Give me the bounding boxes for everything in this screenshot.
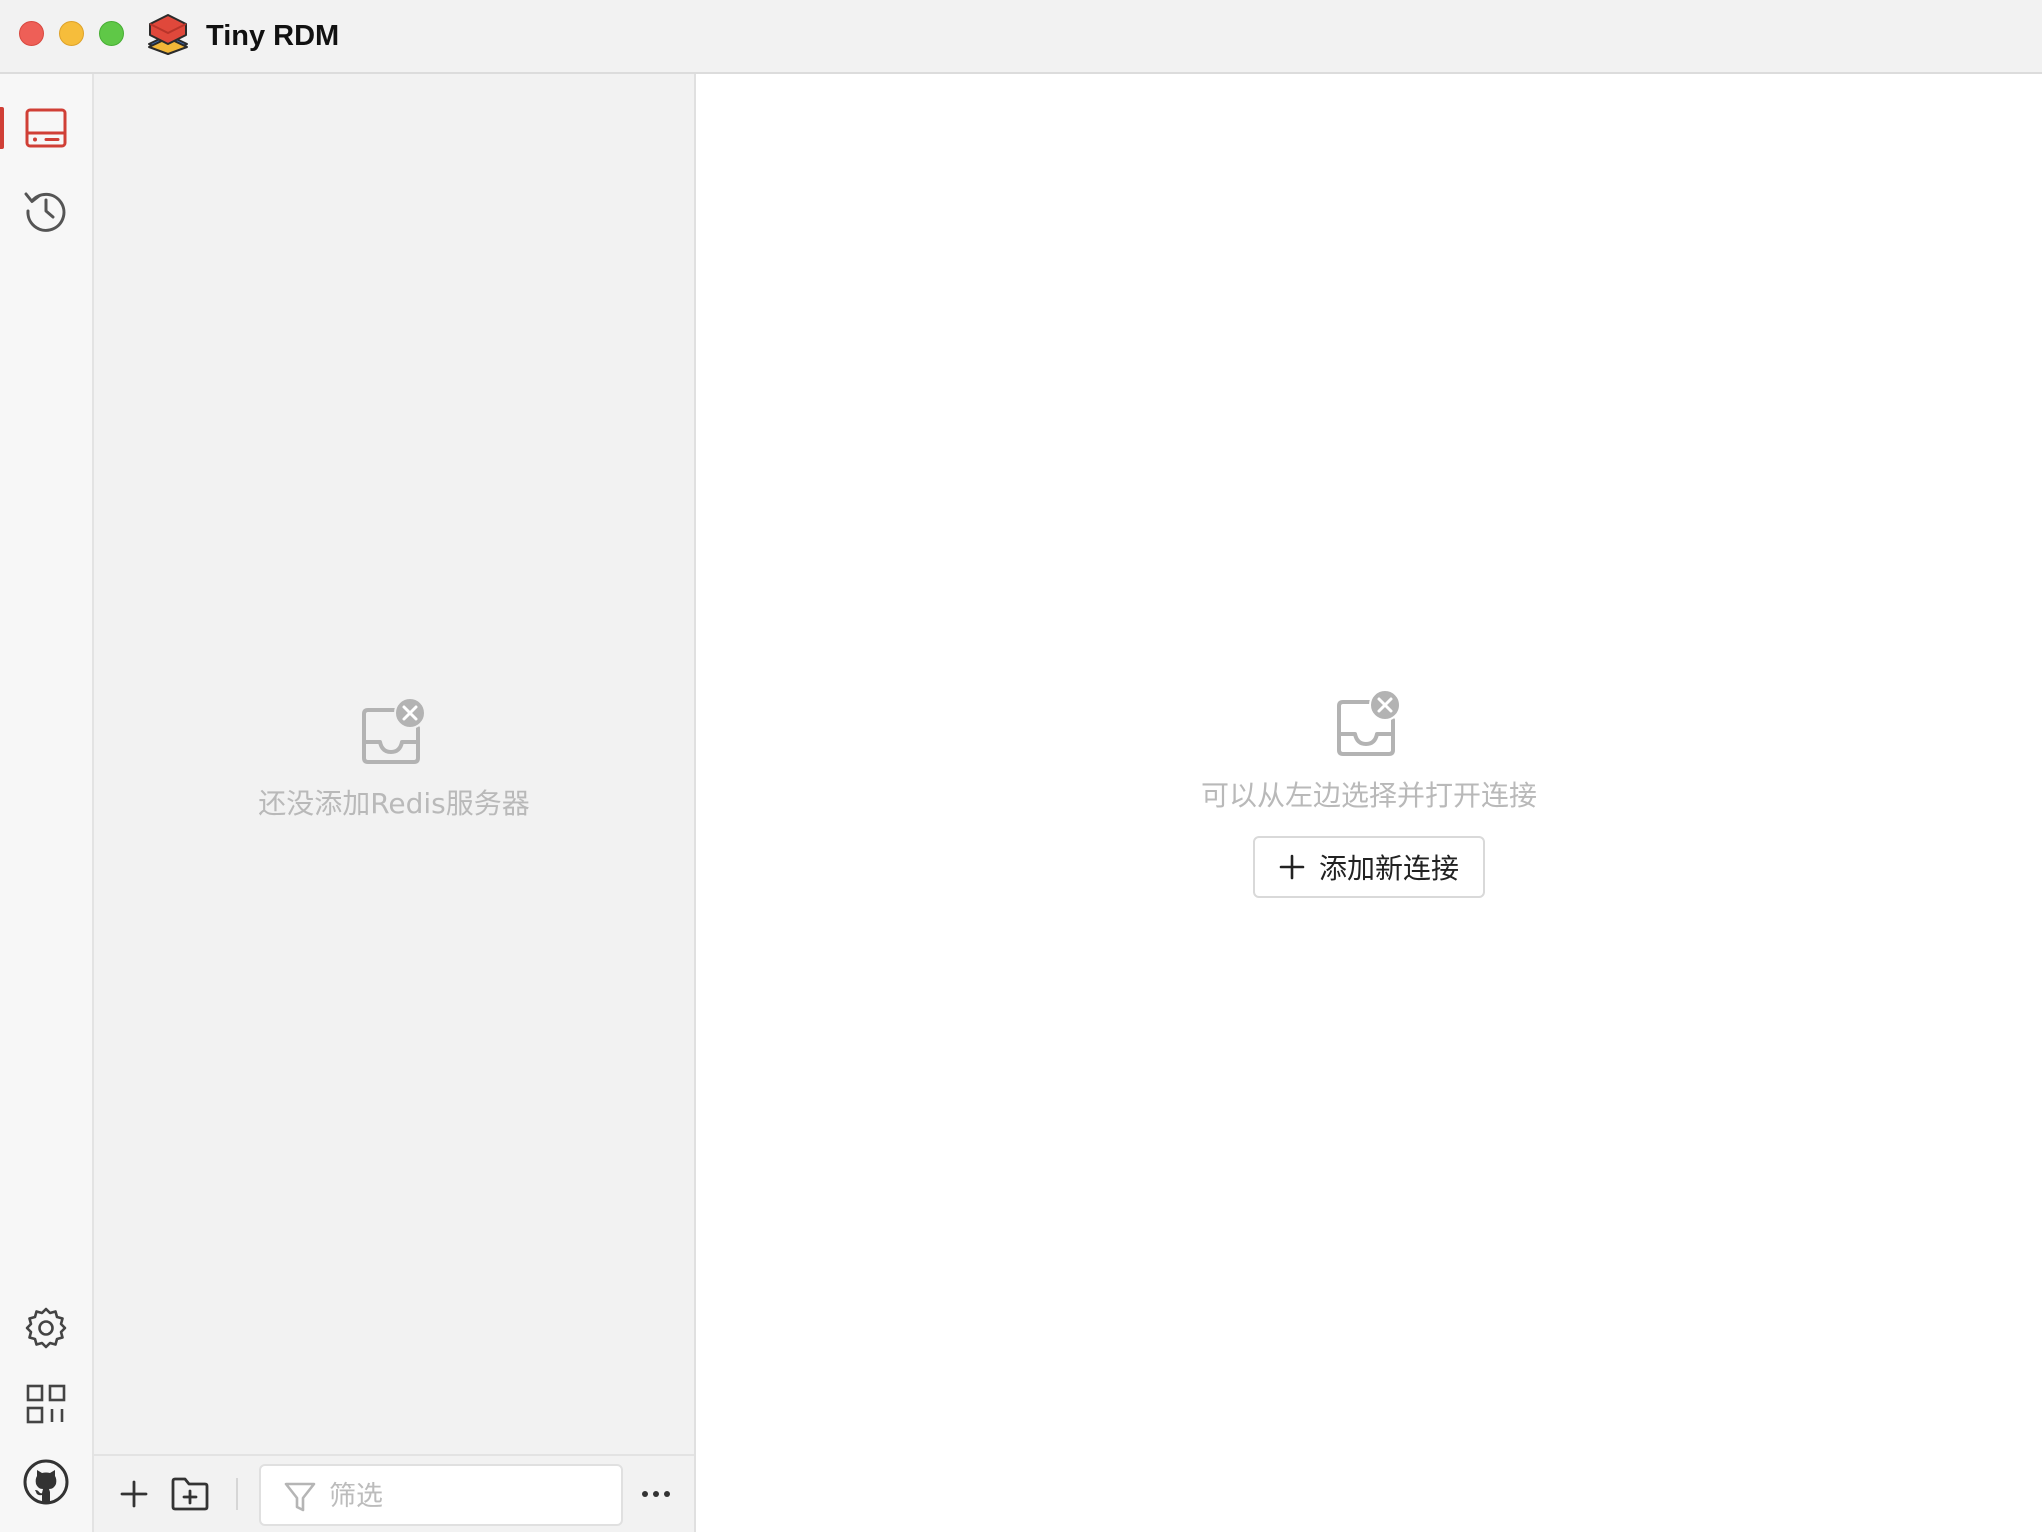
apps-grid-icon — [26, 1384, 66, 1424]
new-connection-button[interactable] — [114, 1474, 154, 1514]
gear-icon — [25, 1307, 67, 1349]
app-logo-icon — [148, 14, 188, 55]
github-button[interactable] — [0, 1446, 92, 1518]
minimize-window-button[interactable] — [59, 21, 84, 46]
more-options-button[interactable] — [634, 1474, 678, 1514]
activity-bar — [0, 74, 94, 1532]
close-window-button[interactable] — [19, 21, 44, 46]
activity-item-servers[interactable] — [0, 92, 92, 164]
connection-toolbar — [94, 1454, 694, 1532]
app-window: Tiny RDM 还没添加Redis服务器 筛选 可以从左边选择并打开连接 添加… — [0, 0, 2042, 1532]
settings-button[interactable] — [0, 1292, 92, 1364]
add-connection-label: 添加新连接 — [1318, 852, 1459, 885]
maximize-window-button[interactable] — [99, 21, 124, 46]
connection-empty-text: 还没添加Redis服务器 — [258, 787, 530, 820]
empty-inbox-icon — [362, 697, 426, 764]
activity-item-history[interactable] — [0, 174, 92, 246]
connection-panel: 还没添加Redis服务器 — [94, 74, 696, 1532]
empty-inbox-icon — [1337, 689, 1401, 756]
connection-empty-state: 还没添加Redis服务器 — [94, 696, 694, 822]
server-icon — [25, 108, 67, 148]
main-content: 可以从左边选择并打开连接 添加新连接 — [696, 74, 2042, 1532]
filter-field[interactable] — [259, 1464, 623, 1526]
main-empty-text: 可以从左边选择并打开连接 — [1200, 779, 1537, 812]
main-empty-state: 可以从左边选择并打开连接 添加新连接 — [696, 689, 2042, 898]
plus-icon — [1279, 854, 1305, 880]
folder-add-icon — [171, 1477, 209, 1511]
plus-icon — [120, 1480, 148, 1508]
more-horizontal-icon — [642, 1491, 670, 1497]
filter-icon — [284, 1482, 316, 1512]
title-bar: Tiny RDM — [0, 0, 2042, 74]
new-group-button[interactable] — [168, 1472, 212, 1516]
app-title: Tiny RDM — [206, 20, 340, 52]
apps-button[interactable] — [0, 1368, 92, 1440]
filter-input[interactable] — [327, 1474, 611, 1518]
history-icon — [24, 192, 66, 232]
toolbar-divider — [236, 1478, 238, 1510]
add-connection-button[interactable]: 添加新连接 — [1252, 836, 1485, 898]
github-icon — [23, 1459, 69, 1505]
